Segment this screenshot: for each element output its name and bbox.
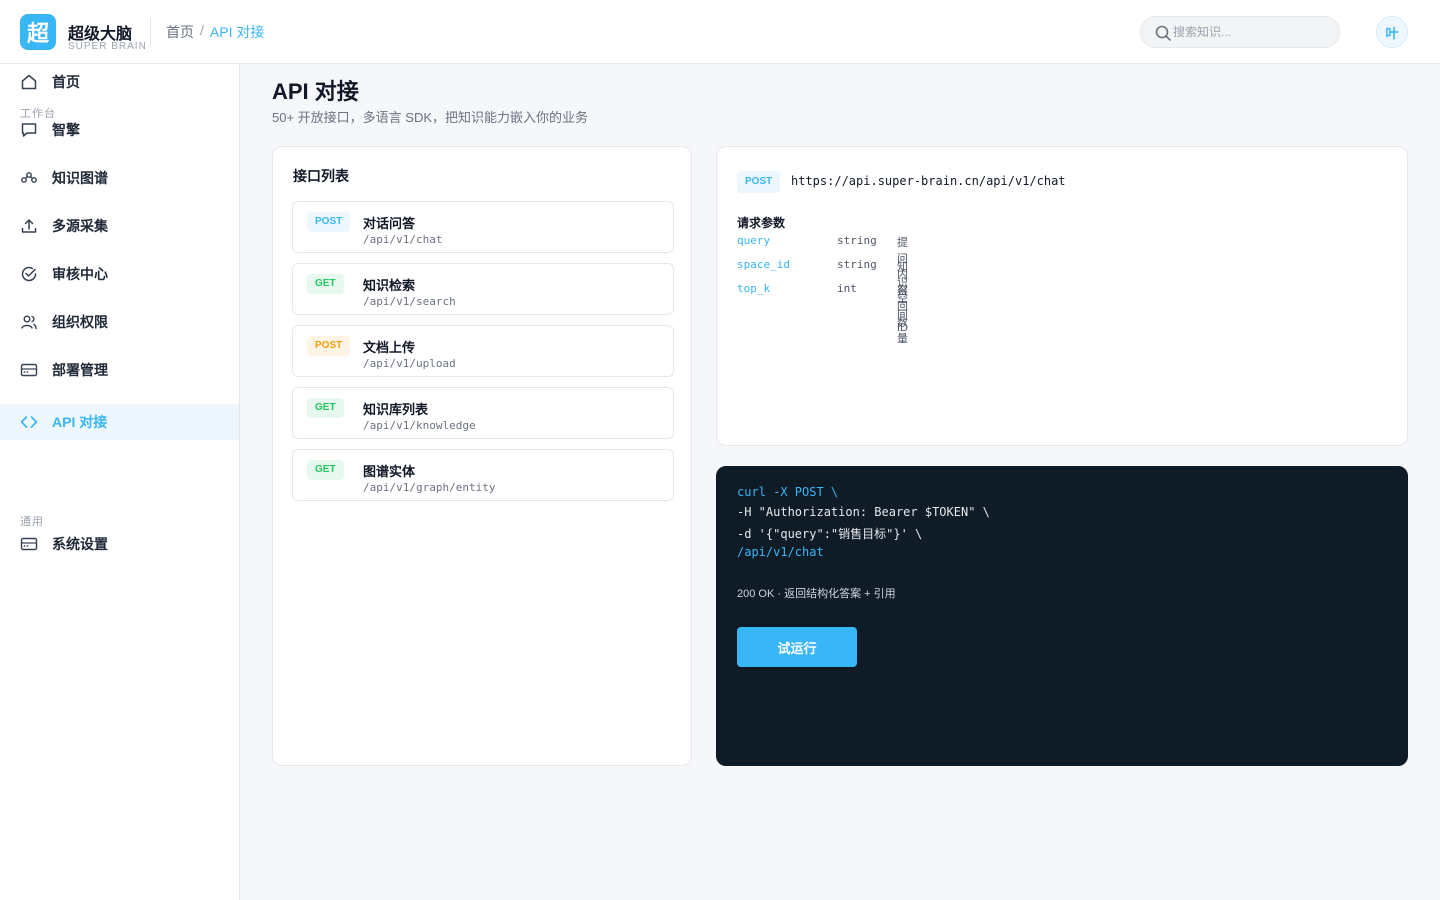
graph-icon bbox=[20, 169, 38, 187]
api-name: 知识检索 bbox=[363, 278, 416, 293]
code-line: curl -X POST \ bbox=[737, 485, 839, 499]
api-item-upload[interactable]: POST 文档上传 /api/v1/upload bbox=[292, 325, 674, 377]
brand-divider bbox=[150, 18, 151, 46]
breadcrumb-home[interactable]: 首页 bbox=[166, 22, 194, 42]
api-path: /api/v1/graph/entity bbox=[363, 481, 496, 494]
home-icon bbox=[20, 73, 38, 91]
breadcrumb-current: API 对接 bbox=[209, 24, 265, 40]
sidebar-item-review[interactable]: 审核中心 bbox=[0, 256, 239, 292]
sidebar-item-label: 知识图谱 bbox=[52, 170, 108, 186]
sidebar-item-label: API 对接 bbox=[52, 414, 108, 430]
user-avatar[interactable]: 叶 bbox=[1376, 16, 1408, 48]
sidebar-item-label: 审核中心 bbox=[52, 266, 108, 282]
code-example-card: curl -X POST \ -H "Authorization: Bearer… bbox=[716, 466, 1408, 766]
api-name: 文档上传 bbox=[363, 340, 416, 355]
detail-method-badge: POST bbox=[737, 171, 781, 193]
users-icon bbox=[20, 313, 38, 331]
code-line: /api/v1/chat bbox=[737, 545, 824, 559]
upload-icon bbox=[20, 217, 38, 235]
sidebar-item-settings[interactable]: 系统设置 bbox=[0, 526, 239, 562]
param-name: top_k bbox=[737, 282, 771, 295]
method-badge: GET bbox=[307, 398, 344, 418]
brand-logo[interactable]: 超 bbox=[20, 14, 56, 50]
detail-url: https://api.super-brain.cn/api/v1/chat bbox=[791, 174, 1066, 188]
api-list-title: 接口列表 bbox=[293, 168, 349, 184]
sidebar-item-label: 组织权限 bbox=[52, 314, 108, 330]
search-icon bbox=[1155, 25, 1171, 46]
server-icon bbox=[20, 361, 38, 379]
sidebar-item-knowledge-graph[interactable]: 知识图谱 bbox=[0, 160, 239, 196]
search-box bbox=[1140, 16, 1340, 48]
code-icon bbox=[20, 413, 38, 431]
api-path: /api/v1/chat bbox=[363, 233, 443, 246]
sidebar-item-label: 智擎 bbox=[52, 122, 80, 138]
param-type: string bbox=[837, 258, 877, 271]
breadcrumb: 首页 / API 对接 bbox=[166, 22, 264, 42]
param-name: query bbox=[737, 234, 771, 247]
param-type: int bbox=[837, 282, 857, 295]
check-circle-icon bbox=[20, 265, 38, 283]
method-badge: GET bbox=[307, 460, 344, 480]
sidebar-item-label: 多源采集 bbox=[52, 218, 108, 234]
sidebar-item-org-permissions[interactable]: 组织权限 bbox=[0, 304, 239, 340]
method-badge: GET bbox=[307, 274, 344, 294]
api-path: /api/v1/knowledge bbox=[363, 419, 476, 432]
api-item-chat[interactable]: POST 对话问答 /api/v1/chat bbox=[292, 201, 674, 253]
api-path: /api/v1/search bbox=[363, 295, 456, 308]
page-subtitle: 50+ 开放接口，多语言 SDK，把知识能力嵌入你的业务 bbox=[272, 110, 589, 125]
breadcrumb-separator: / bbox=[200, 22, 204, 38]
search-input[interactable] bbox=[1173, 17, 1333, 47]
params-title: 请求参数 bbox=[737, 216, 786, 230]
param-desc: 召回数量 bbox=[897, 285, 908, 345]
sidebar-item-api[interactable]: API 对接 bbox=[0, 404, 239, 440]
sidebar-item-home[interactable]: 首页 bbox=[0, 64, 239, 100]
top-bar: 超 超级大脑 SUPER BRAIN 首页 / API 对接 叶 bbox=[0, 0, 1440, 64]
api-item-graph-entity[interactable]: GET 图谱实体 /api/v1/graph/entity bbox=[292, 449, 674, 501]
method-badge: POST bbox=[307, 212, 351, 232]
param-name: space_id bbox=[737, 258, 790, 271]
brand-subtitle: SUPER BRAIN bbox=[68, 41, 147, 52]
sidebar-item-label: 系统设置 bbox=[52, 536, 108, 552]
sidebar-item-deployment[interactable]: 部署管理 bbox=[0, 352, 239, 388]
chat-bubble-icon bbox=[20, 121, 38, 139]
sidebar-item-label: 部署管理 bbox=[52, 362, 108, 378]
api-list-card: 接口列表 POST 对话问答 /api/v1/chat GET 知识检索 /ap… bbox=[272, 146, 692, 766]
api-path: /api/v1/upload bbox=[363, 357, 456, 370]
api-detail-card: POST https://api.super-brain.cn/api/v1/c… bbox=[716, 146, 1408, 446]
api-item-search[interactable]: GET 知识检索 /api/v1/search bbox=[292, 263, 674, 315]
response-status: 200 OK · 返回结构化答案 + 引用 bbox=[737, 588, 896, 600]
settings-panel-icon bbox=[20, 535, 38, 553]
api-item-knowledge[interactable]: GET 知识库列表 /api/v1/knowledge bbox=[292, 387, 674, 439]
page-title: API 对接 bbox=[272, 79, 359, 104]
api-name: 对话问答 bbox=[363, 216, 416, 231]
sidebar: 首页 工作台 智擎 知识图谱 多源采集 审核中心 组织权限 部署管理 API 对… bbox=[0, 64, 240, 900]
api-name: 知识库列表 bbox=[363, 402, 429, 417]
param-type: string bbox=[837, 234, 877, 247]
run-button[interactable]: 试运行 bbox=[737, 627, 857, 667]
code-line: -d '{"query":"销售目标"}' \ bbox=[737, 527, 923, 541]
sidebar-item-zhiqing[interactable]: 智擎 bbox=[0, 112, 239, 148]
api-name: 图谱实体 bbox=[363, 464, 416, 479]
sidebar-item-collection[interactable]: 多源采集 bbox=[0, 208, 239, 244]
code-line: -H "Authorization: Bearer $TOKEN" \ bbox=[737, 505, 990, 519]
sidebar-item-label: 首页 bbox=[52, 74, 80, 90]
method-badge: POST bbox=[307, 336, 351, 356]
